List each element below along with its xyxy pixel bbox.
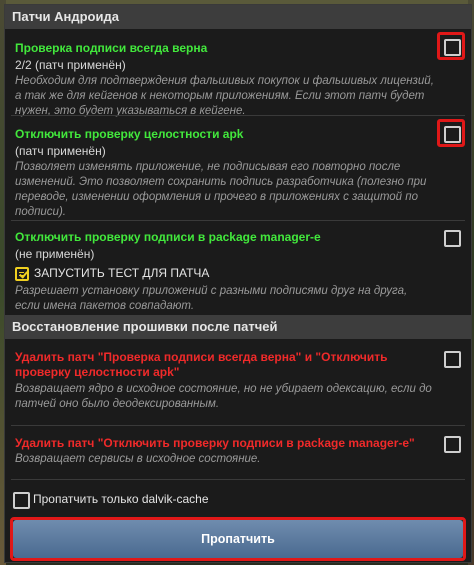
remove-description: Возвращает сервисы в исходное состояние. xyxy=(15,453,261,465)
run-test-button[interactable]: ЗАПУСТИТЬ ТЕСТ ДЛЯ ПАТЧА xyxy=(15,264,209,282)
patch-item-disable-package-manager-signature[interactable]: Отключить проверку подписи в package man… xyxy=(5,221,471,315)
patch-status: 2/2 (патч применён) xyxy=(15,58,126,72)
checkbox[interactable] xyxy=(444,126,461,143)
patch-title: Отключить проверку целостности apk xyxy=(15,127,244,141)
remove-patch-item-signature-and-integrity[interactable]: Удалить патч "Проверка подписи всегда ве… xyxy=(5,339,471,425)
patch-description: Разрешает установку приложений с разными… xyxy=(15,285,408,312)
remove-patch-item-package-manager[interactable]: Удалить патч "Отключить проверку подписи… xyxy=(5,426,471,478)
dalvik-cache-checkbox[interactable] xyxy=(13,492,30,509)
checkbox[interactable] xyxy=(444,39,461,56)
section-header-android-patches: Патчи Андроида xyxy=(5,5,471,29)
remove-title: Удалить патч "Отключить проверку подписи… xyxy=(15,436,415,450)
patch-dialog: Патчи Андроида Проверка подписи всегда в… xyxy=(4,4,472,563)
section-header-firmware-restore: Восстановление прошивки после патчей xyxy=(5,315,471,339)
checklist-icon xyxy=(15,266,29,281)
checkbox[interactable] xyxy=(444,230,461,247)
patch-description: Позволяет изменять приложение, не подпис… xyxy=(15,161,427,218)
remove-description: Возвращает ядро в исходное состояние, но… xyxy=(15,383,432,410)
checkbox[interactable] xyxy=(444,436,461,453)
divider xyxy=(11,479,465,480)
patch-description: Необходим для подтверждения фальшивых по… xyxy=(15,75,434,117)
dalvik-cache-label[interactable]: Пропатчить только dalvik-cache xyxy=(33,491,209,507)
patch-item-signature-always-valid[interactable]: Проверка подписи всегда верна 2/2 (патч … xyxy=(5,29,471,117)
patch-status: (не применён) xyxy=(15,247,95,261)
patch-button[interactable]: Пропатчить xyxy=(13,520,463,558)
patch-status: (патч применён) xyxy=(15,144,106,158)
remove-title: Удалить патч "Проверка подписи всегда ве… xyxy=(15,350,388,379)
checkbox[interactable] xyxy=(444,351,461,368)
run-test-label: ЗАПУСТИТЬ ТЕСТ ДЛЯ ПАТЧА xyxy=(34,266,210,280)
patch-title: Проверка подписи всегда верна xyxy=(15,41,208,55)
patch-item-disable-apk-integrity[interactable]: Отключить проверку целостности apk (патч… xyxy=(5,116,471,220)
patch-title: Отключить проверку подписи в package man… xyxy=(15,230,321,244)
